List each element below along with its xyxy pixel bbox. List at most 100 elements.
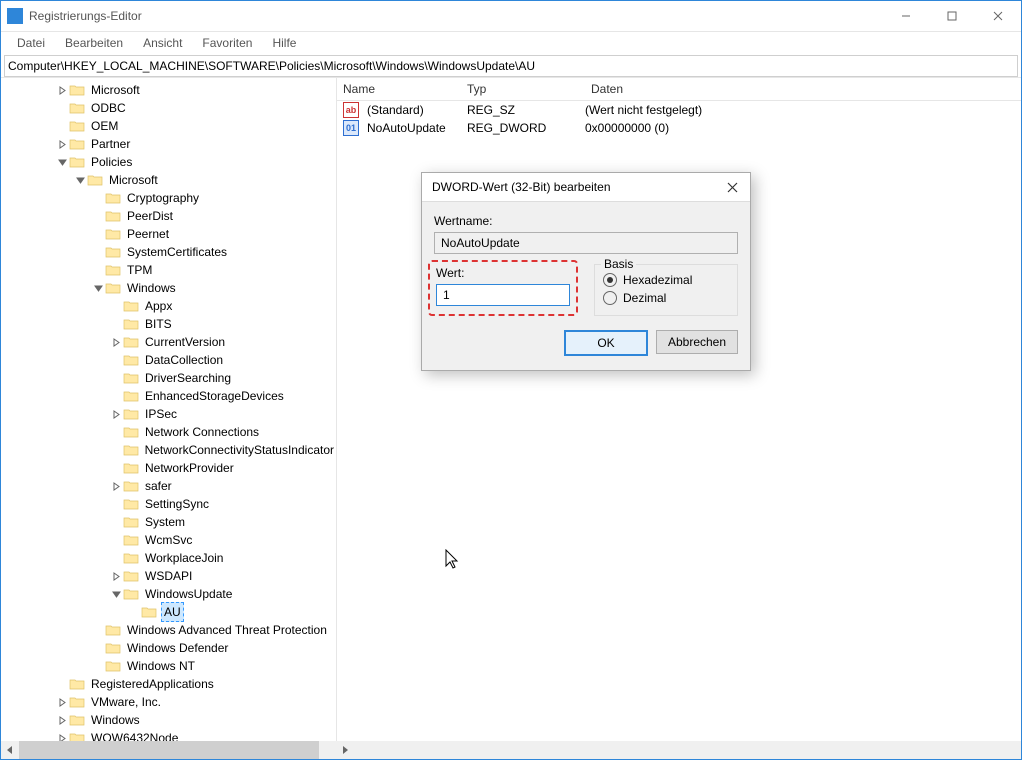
value-row[interactable]: ab(Standard)REG_SZ(Wert nicht festgelegt… (337, 101, 1021, 119)
tree-item-label: Windows (125, 279, 178, 297)
tree-item-label: SettingSync (143, 495, 211, 513)
tree-item[interactable]: Policies (1, 153, 336, 171)
menu-favorites[interactable]: Favoriten (192, 34, 262, 52)
reg-dword-icon: 01 (343, 120, 359, 136)
minimize-button[interactable] (883, 1, 929, 31)
window-title: Registrierungs-Editor (29, 9, 883, 23)
col-name[interactable]: Name (337, 82, 461, 96)
chevron-right-icon[interactable] (55, 698, 69, 707)
chevron-down-icon[interactable] (73, 176, 87, 185)
chevron-down-icon[interactable] (91, 284, 105, 293)
tree-item-label: AU (161, 602, 184, 622)
tree-item-label: NetworkProvider (143, 459, 236, 477)
tree-item[interactable]: Windows (1, 711, 336, 729)
ok-button[interactable]: OK (564, 330, 648, 356)
tree-item[interactable]: EnhancedStorageDevices (1, 387, 336, 405)
tree-item-label: TPM (125, 261, 154, 279)
dialog-close-button[interactable] (714, 173, 750, 201)
chevron-right-icon[interactable] (109, 482, 123, 491)
tree-item[interactable]: ODBC (1, 99, 336, 117)
folder-icon (105, 659, 121, 673)
tree-item[interactable]: IPSec (1, 405, 336, 423)
tree-item[interactable]: TPM (1, 261, 336, 279)
folder-icon (69, 695, 85, 709)
address-bar[interactable]: Computer\HKEY_LOCAL_MACHINE\SOFTWARE\Pol… (4, 55, 1018, 77)
scroll-thumb[interactable] (19, 741, 319, 759)
close-button[interactable] (975, 1, 1021, 31)
tree-item[interactable]: DataCollection (1, 351, 336, 369)
tree-item[interactable]: Microsoft (1, 171, 336, 189)
chevron-right-icon[interactable] (55, 86, 69, 95)
radio-decimal[interactable]: Dezimal (603, 289, 729, 307)
radio-dec-label: Dezimal (623, 291, 666, 305)
maximize-button[interactable] (929, 1, 975, 31)
tree-item[interactable]: Microsoft (1, 81, 336, 99)
tree-item[interactable]: WcmSvc (1, 531, 336, 549)
chevron-right-icon[interactable] (55, 140, 69, 149)
tree-item[interactable]: WSDAPI (1, 567, 336, 585)
tree-item[interactable]: VMware, Inc. (1, 693, 336, 711)
radio-hex-icon (603, 273, 617, 287)
tree-item[interactable]: WindowsUpdate (1, 585, 336, 603)
folder-icon (123, 515, 139, 529)
value-type: REG_DWORD (461, 121, 579, 135)
chevron-right-icon[interactable] (109, 410, 123, 419)
col-data[interactable]: Daten (585, 82, 1021, 96)
address-text: Computer\HKEY_LOCAL_MACHINE\SOFTWARE\Pol… (8, 59, 535, 73)
folder-icon (123, 569, 139, 583)
tree-item[interactable]: NetworkConnectivityStatusIndicator (1, 441, 336, 459)
col-type[interactable]: Typ (461, 82, 585, 96)
tree-item[interactable]: RegisteredApplications (1, 675, 336, 693)
tree-item[interactable]: Partner (1, 135, 336, 153)
tree-item-label: WindowsUpdate (143, 585, 234, 603)
tree-item[interactable]: safer (1, 477, 336, 495)
tree-item[interactable]: AU (1, 603, 336, 621)
scroll-track[interactable] (19, 741, 336, 759)
menu-file[interactable]: Datei (7, 34, 55, 52)
tree-item[interactable]: WorkplaceJoin (1, 549, 336, 567)
chevron-right-icon[interactable] (109, 338, 123, 347)
chevron-right-icon[interactable] (55, 716, 69, 725)
menu-help[interactable]: Hilfe (262, 34, 306, 52)
tree-item-label: WorkplaceJoin (143, 549, 225, 567)
tree-item[interactable]: Windows Defender (1, 639, 336, 657)
tree-item[interactable]: Windows NT (1, 657, 336, 675)
value-input[interactable] (436, 284, 570, 306)
tree-item[interactable]: Appx (1, 297, 336, 315)
tree-item-label: CurrentVersion (143, 333, 227, 351)
tree-item[interactable]: Cryptography (1, 189, 336, 207)
tree-item[interactable]: Peernet (1, 225, 336, 243)
chevron-down-icon[interactable] (109, 590, 123, 599)
value-row[interactable]: 01NoAutoUpdateREG_DWORD0x00000000 (0) (337, 119, 1021, 137)
tree-item[interactable]: SystemCertificates (1, 243, 336, 261)
tree-item-label: RegisteredApplications (89, 675, 216, 693)
tree-item[interactable]: SettingSync (1, 495, 336, 513)
tree-pane[interactable]: MicrosoftODBCOEMPartnerPoliciesMicrosoft… (1, 78, 337, 744)
folder-icon (141, 605, 157, 619)
tree-item-label: PeerDist (125, 207, 175, 225)
scroll-left-icon[interactable] (1, 741, 19, 759)
cancel-button[interactable]: Abbrechen (656, 330, 738, 354)
tree-item[interactable]: NetworkProvider (1, 459, 336, 477)
tree-item[interactable]: OEM (1, 117, 336, 135)
menu-edit[interactable]: Bearbeiten (55, 34, 133, 52)
chevron-down-icon[interactable] (55, 158, 69, 167)
tree-item-label: DataCollection (143, 351, 225, 369)
radio-hexadecimal[interactable]: Hexadezimal (603, 271, 729, 289)
tree-item[interactable]: Windows Advanced Threat Protection (1, 621, 336, 639)
tree-item-label: OEM (89, 117, 120, 135)
scroll-right-icon[interactable] (336, 741, 354, 759)
tree-item-label: Partner (89, 135, 132, 153)
tree-item[interactable]: PeerDist (1, 207, 336, 225)
tree-item[interactable]: Windows (1, 279, 336, 297)
value-name: NoAutoUpdate (361, 121, 461, 135)
tree-item[interactable]: DriverSearching (1, 369, 336, 387)
horizontal-scrollbar[interactable] (1, 741, 1021, 759)
tree-item[interactable]: Network Connections (1, 423, 336, 441)
menu-view[interactable]: Ansicht (133, 34, 192, 52)
tree-item[interactable]: System (1, 513, 336, 531)
tree-item[interactable]: BITS (1, 315, 336, 333)
chevron-right-icon[interactable] (109, 572, 123, 581)
menubar: Datei Bearbeiten Ansicht Favoriten Hilfe (1, 32, 1021, 55)
tree-item[interactable]: CurrentVersion (1, 333, 336, 351)
